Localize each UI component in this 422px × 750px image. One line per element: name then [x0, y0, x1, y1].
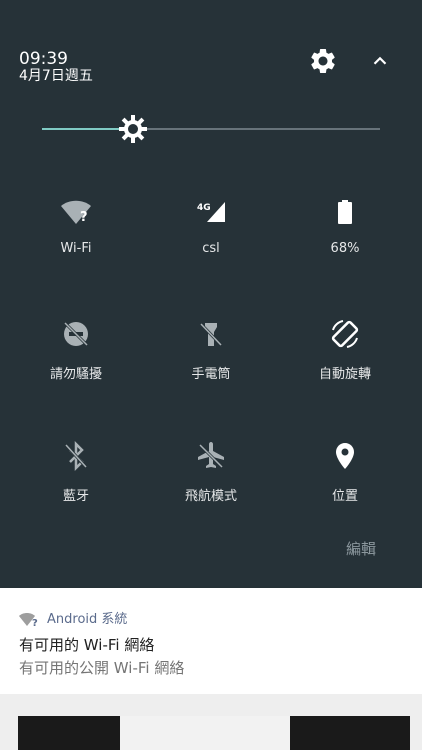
notification-title: 有可用的 Wi-Fi 網絡: [19, 636, 155, 654]
quick-settings-panel: 09:39 4月7日週五 ? Wi-Fi 4G csl 68% 請勿騷擾 手電筒…: [0, 0, 422, 588]
tile-label: 請勿騷擾: [49, 367, 102, 382]
tile-label: csl: [202, 241, 220, 256]
background-artwork: [120, 716, 290, 750]
bluetooth-off-icon: [64, 440, 88, 472]
battery-icon: [338, 200, 352, 224]
tile-do-not-disturb[interactable]: 請勿騷擾: [16, 318, 136, 418]
brightness-slider[interactable]: [42, 114, 380, 144]
tile-label: 飛航模式: [184, 489, 237, 504]
svg-text:4G: 4G: [197, 203, 211, 213]
tile-auto-rotate[interactable]: 自動旋轉: [285, 318, 405, 418]
notification-text: 有可用的公開 Wi-Fi 網絡: [19, 659, 185, 677]
tile-label: 手電筒: [191, 367, 231, 382]
tile-flashlight[interactable]: 手電筒: [151, 318, 271, 418]
svg-text:?: ?: [80, 210, 88, 225]
tile-wifi[interactable]: ? Wi-Fi: [16, 196, 136, 296]
notification-header: ? Android 系統: [19, 608, 127, 627]
tile-battery[interactable]: 68%: [285, 196, 405, 296]
collapse-chevron-up-icon[interactable]: [368, 50, 392, 72]
airplane-mode-icon: [198, 442, 224, 469]
wifi-unknown-icon: ?: [19, 613, 38, 627]
edit-button[interactable]: 編輯: [346, 538, 376, 559]
cellular-signal-icon: 4G: [197, 202, 225, 222]
tile-label: 藍牙: [62, 489, 89, 504]
tile-bluetooth[interactable]: 藍牙: [16, 440, 136, 540]
tile-label: 位置: [331, 489, 358, 504]
notification-card[interactable]: ? Android 系統 有可用的 Wi-Fi 網絡 有可用的公開 Wi-Fi …: [0, 588, 422, 694]
svg-text:?: ?: [32, 618, 38, 627]
auto-rotate-icon: [331, 320, 359, 348]
tile-cellular[interactable]: 4G csl: [151, 196, 271, 296]
tile-airplane-mode[interactable]: 飛航模式: [151, 440, 271, 540]
clock-time: 09:39: [19, 49, 68, 69]
tile-label: Wi-Fi: [60, 241, 92, 256]
flashlight-off-icon: [199, 322, 223, 347]
tile-label: 自動旋轉: [318, 367, 371, 382]
settings-gear-icon[interactable]: [308, 46, 338, 76]
location-icon: [336, 443, 354, 469]
tile-label: 68%: [330, 241, 360, 256]
notification-app-name: Android 系統: [47, 612, 128, 627]
do-not-disturb-icon: [63, 321, 89, 347]
brightness-thumb-icon[interactable]: [118, 114, 148, 144]
wifi-unknown-icon: ?: [61, 200, 91, 225]
tile-location[interactable]: 位置: [285, 440, 405, 540]
date-label[interactable]: 4月7日週五: [19, 68, 93, 84]
